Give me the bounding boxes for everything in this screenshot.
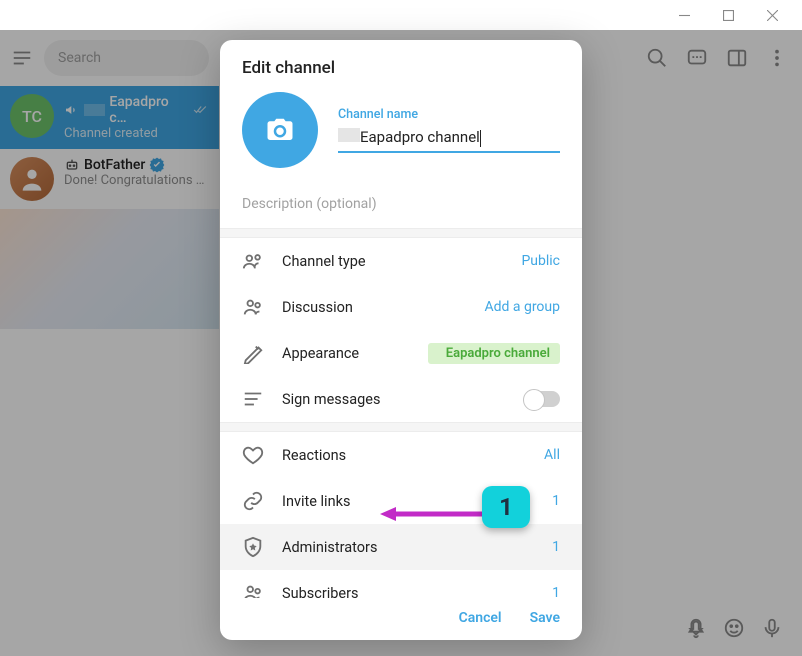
description-input[interactable]: Description (optional): [220, 182, 582, 228]
channel-name-input[interactable]: Eapadpro channel: [338, 124, 560, 153]
sign-toggle[interactable]: [524, 391, 560, 407]
row-label: Reactions: [282, 447, 526, 464]
redacted-text: [338, 128, 360, 142]
save-button[interactable]: Save: [530, 610, 560, 626]
heart-icon: [242, 444, 264, 466]
text-cursor: [480, 130, 481, 147]
row-value: 1: [552, 539, 560, 555]
row-value: Public: [521, 253, 560, 269]
administrators-row[interactable]: Administrators 1: [220, 524, 582, 570]
reactions-row[interactable]: Reactions All: [220, 432, 582, 478]
row-value: 1: [552, 585, 560, 598]
appearance-icon: [242, 342, 264, 364]
discussion-row[interactable]: Discussion Add a group: [220, 284, 582, 330]
sign-icon: [242, 388, 264, 410]
row-label: Subscribers: [282, 585, 534, 599]
subscribers-icon: [242, 582, 264, 598]
subscribers-row[interactable]: Subscribers 1: [220, 570, 582, 598]
sign-messages-row[interactable]: Sign messages: [220, 376, 582, 422]
channel-name-label: Channel name: [338, 107, 560, 122]
set-photo-button[interactable]: [242, 92, 318, 168]
row-label: Channel type: [282, 253, 503, 270]
modal-overlay[interactable]: Edit channel Channel name Eapadpro chann…: [0, 30, 802, 656]
row-label: Appearance: [282, 345, 410, 362]
row-value: 1: [552, 493, 560, 509]
link-icon: [242, 490, 264, 512]
minimize-button[interactable]: [662, 1, 706, 29]
close-button[interactable]: [750, 1, 794, 29]
dialog-title: Edit channel: [220, 40, 582, 88]
shield-icon: [242, 536, 264, 558]
channel-type-row[interactable]: Channel type Public: [220, 238, 582, 284]
appearance-badge: Eapadpro channel: [428, 343, 560, 364]
row-value: All: [544, 447, 560, 463]
row-label: Administrators: [282, 539, 534, 556]
cancel-button[interactable]: Cancel: [459, 610, 502, 626]
row-label: Invite links: [282, 493, 534, 510]
window-titlebar: [0, 0, 802, 30]
row-value: Add a group: [484, 299, 560, 315]
invite-links-row[interactable]: Invite links 1: [220, 478, 582, 524]
appearance-row[interactable]: Appearance Eapadpro channel: [220, 330, 582, 376]
row-label: Discussion: [282, 299, 466, 316]
row-label: Sign messages: [282, 391, 506, 408]
discussion-icon: [242, 296, 264, 318]
separator: [220, 422, 582, 432]
edit-channel-dialog: Edit channel Channel name Eapadpro chann…: [220, 40, 582, 640]
maximize-button[interactable]: [706, 1, 750, 29]
separator: [220, 228, 582, 238]
channel-type-icon: [242, 250, 264, 272]
